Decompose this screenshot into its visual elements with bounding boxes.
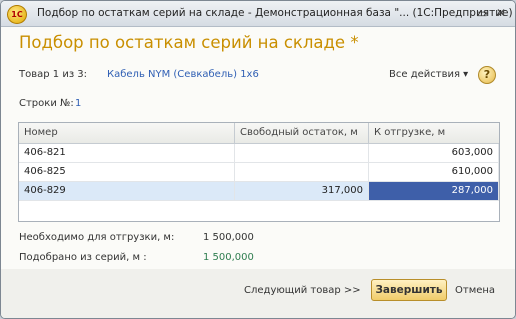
- cell-free-balance[interactable]: [235, 163, 369, 181]
- cell-to-ship[interactable]: 603,000: [369, 144, 499, 162]
- cell-to-ship-active[interactable]: 287,000: [369, 182, 499, 200]
- picked-label: Подобрано из серий, м :: [19, 252, 147, 263]
- cancel-button[interactable]: Отмена: [455, 285, 495, 296]
- dialog-window: 1С Подбор по остаткам серий на складе - …: [0, 0, 516, 319]
- series-table[interactable]: Номер Свободный остаток, м К отгрузке, м…: [18, 122, 500, 222]
- column-header-number[interactable]: Номер: [19, 123, 235, 143]
- item-link[interactable]: Кабель NYM (Севкабель) 1х6: [107, 69, 259, 80]
- cell-number[interactable]: 406-825: [19, 163, 235, 181]
- column-header-to-ship[interactable]: К отгрузке, м: [369, 123, 499, 143]
- close-icon[interactable]: ✕: [494, 6, 508, 20]
- needed-value: 1 500,000: [203, 232, 254, 243]
- column-header-free-balance[interactable]: Свободный остаток, м: [235, 123, 369, 143]
- app-logo-icon: 1С: [7, 5, 27, 24]
- cell-free-balance[interactable]: [235, 144, 369, 162]
- rows-value[interactable]: 1: [75, 98, 81, 109]
- cell-number[interactable]: 406-821: [19, 144, 235, 162]
- title-bar[interactable]: 1С Подбор по остаткам серий на складе - …: [1, 1, 515, 27]
- finish-button[interactable]: Завершить: [371, 279, 447, 301]
- table-header: Номер Свободный остаток, м К отгрузке, м: [19, 123, 499, 144]
- next-item-button[interactable]: Следующий товар >>: [244, 285, 361, 296]
- table-row-selected[interactable]: 406-829 317,000 287,000: [19, 182, 499, 201]
- minimize-icon[interactable]: ▭: [475, 6, 489, 20]
- table-row[interactable]: 406-821 603,000: [19, 144, 499, 163]
- cell-number[interactable]: 406-829: [19, 182, 235, 200]
- table-row[interactable]: 406-825 610,000: [19, 163, 499, 182]
- item-counter: Товар 1 из 3:: [19, 69, 88, 80]
- rows-label: Строки №:: [19, 98, 74, 109]
- cell-free-balance[interactable]: 317,000: [235, 182, 369, 200]
- cell-to-ship[interactable]: 610,000: [369, 163, 499, 181]
- picked-value: 1 500,000: [203, 252, 254, 263]
- window-title: Подбор по остаткам серий на складе - Дем…: [37, 7, 513, 19]
- help-icon[interactable]: ?: [478, 66, 496, 84]
- needed-label: Необходимо для отгрузки, м:: [19, 232, 175, 243]
- form-title: Подбор по остаткам серий на складе *: [19, 33, 359, 52]
- all-actions-menu[interactable]: Все действия ▾: [389, 69, 468, 80]
